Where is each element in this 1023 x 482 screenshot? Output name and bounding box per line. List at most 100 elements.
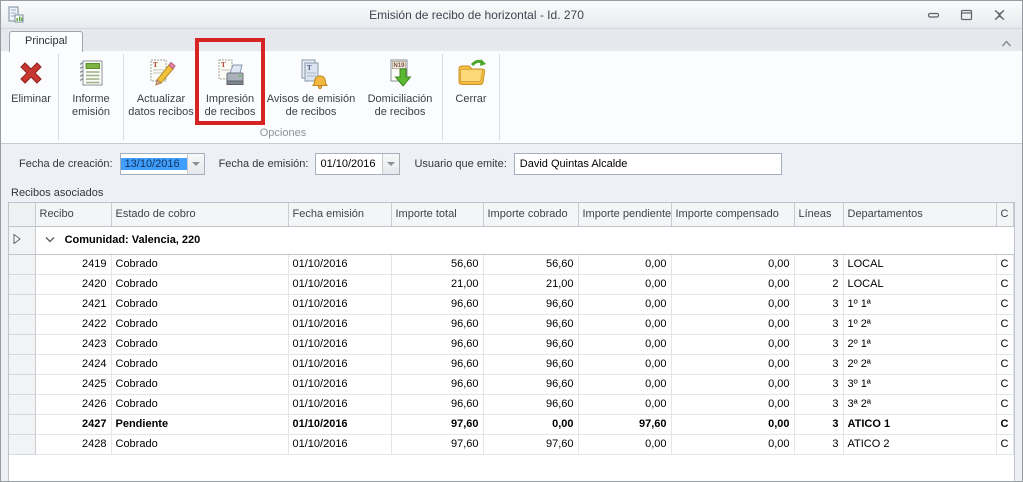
cell-importe-cobrado: 96,60 — [483, 314, 578, 334]
cell-importe-compensado: 0,00 — [671, 374, 794, 394]
column-header-importe-compensado[interactable]: Importe compensado — [671, 203, 794, 226]
grid-body: Comunidad: Valencia, 220 2419 Cobrado 01… — [9, 226, 1014, 454]
indicator-column-header — [9, 203, 35, 226]
minimize-icon[interactable] — [927, 9, 940, 21]
cell-fecha-emision: 01/10/2016 — [288, 254, 391, 274]
fecha-emision-datepicker[interactable]: 01/10/2016 — [315, 153, 400, 175]
column-header-truncated[interactable]: C — [996, 203, 1014, 226]
form-content: Fecha de creación: 13/10/2016 Fecha de e… — [1, 144, 1022, 481]
column-header-fecha-emision[interactable]: Fecha emisión — [288, 203, 391, 226]
cell-importe-pendiente: 0,00 — [578, 274, 671, 294]
cell-truncated: C — [996, 394, 1014, 414]
table-row[interactable]: 2422 Cobrado 01/10/2016 96,60 96,60 0,00… — [9, 314, 1014, 334]
column-header-lineas[interactable]: Líneas — [794, 203, 843, 226]
cerrar-button[interactable]: Cerrar — [444, 51, 498, 143]
cell-recibo: 2426 — [35, 394, 111, 414]
table-row[interactable]: 2424 Cobrado 01/10/2016 96,60 96,60 0,00… — [9, 354, 1014, 374]
cell-departamentos: ATICO 1 — [843, 414, 996, 434]
row-indicator-cell — [9, 414, 35, 434]
cell-truncated: C — [996, 254, 1014, 274]
cell-lineas: 3 — [794, 354, 843, 374]
cell-importe-total: 96,60 — [391, 334, 483, 354]
table-row[interactable]: 2426 Cobrado 01/10/2016 96,60 96,60 0,00… — [9, 394, 1014, 414]
cell-truncated: C — [996, 374, 1014, 394]
ribbon-separator — [58, 54, 59, 140]
cell-lineas: 3 — [794, 394, 843, 414]
fecha-emision-dropdown-icon[interactable] — [382, 154, 399, 174]
cell-importe-pendiente: 0,00 — [578, 394, 671, 414]
group-row[interactable]: Comunidad: Valencia, 220 — [9, 226, 1014, 254]
cell-importe-cobrado: 96,60 — [483, 394, 578, 414]
actualizar-datos-recibos-button[interactable]: T Actualizar datos recibos — [125, 51, 197, 119]
informe-emision-label: Informe emisión — [62, 93, 120, 119]
row-indicator-cell — [9, 334, 35, 354]
column-header-importe-cobrado[interactable]: Importe cobrado — [483, 203, 578, 226]
svg-text:T: T — [307, 64, 312, 72]
cell-importe-total: 97,60 — [391, 414, 483, 434]
eliminar-button[interactable]: Eliminar — [5, 51, 57, 143]
cell-importe-pendiente: 0,00 — [578, 434, 671, 454]
cell-importe-cobrado: 0,00 — [483, 414, 578, 434]
close-icon[interactable] — [993, 9, 1006, 21]
row-indicator-cell — [9, 314, 35, 334]
tab-principal[interactable]: Principal — [9, 31, 83, 52]
cell-truncated: C — [996, 434, 1014, 454]
actualizar-datos-recibos-label: Actualizar datos recibos — [127, 93, 195, 119]
report-notepad-icon — [74, 56, 108, 90]
cell-lineas: 3 — [794, 434, 843, 454]
fecha-emision-value[interactable]: 01/10/2016 — [316, 158, 382, 170]
fecha-creacion-datepicker[interactable]: 13/10/2016 — [120, 153, 205, 175]
cell-importe-pendiente: 0,00 — [578, 374, 671, 394]
column-header-estado-de-cobro[interactable]: Estado de cobro — [111, 203, 288, 226]
cell-importe-compensado: 0,00 — [671, 354, 794, 374]
table-row[interactable]: 2428 Cobrado 01/10/2016 97,60 97,60 0,00… — [9, 434, 1014, 454]
cell-lineas: 3 — [794, 334, 843, 354]
cell-importe-compensado: 0,00 — [671, 274, 794, 294]
table-row[interactable]: 2419 Cobrado 01/10/2016 56,60 56,60 0,00… — [9, 254, 1014, 274]
ribbon-separator — [499, 54, 500, 140]
column-header-importe-total[interactable]: Importe total — [391, 203, 483, 226]
cell-importe-compensado: 0,00 — [671, 394, 794, 414]
domiciliacion-de-recibos-button[interactable]: N19 Domiciliación de recibos — [359, 51, 441, 119]
informe-emision-button[interactable]: Informe emisión — [60, 51, 122, 143]
table-row[interactable]: 2421 Cobrado 01/10/2016 96,60 96,60 0,00… — [9, 294, 1014, 314]
cell-recibo: 2428 — [35, 434, 111, 454]
maximize-icon[interactable] — [960, 9, 973, 21]
cell-fecha-emision: 01/10/2016 — [288, 334, 391, 354]
fecha-creacion-dropdown-icon[interactable] — [187, 154, 204, 174]
cell-importe-total: 96,60 — [391, 314, 483, 334]
table-row[interactable]: 2420 Cobrado 01/10/2016 21,00 21,00 0,00… — [9, 274, 1014, 294]
cell-estado-de-cobro: Cobrado — [111, 294, 288, 314]
usuario-label: Usuario que emite: — [414, 158, 506, 170]
cell-fecha-emision: 01/10/2016 — [288, 374, 391, 394]
column-header-recibo[interactable]: Recibo — [35, 203, 111, 226]
cell-estado-de-cobro: Cobrado — [111, 314, 288, 334]
cell-importe-cobrado: 97,60 — [483, 434, 578, 454]
ribbon-collapse-chevron-icon[interactable] — [1001, 35, 1012, 44]
fecha-creacion-label: Fecha de creación: — [19, 158, 113, 170]
column-header-importe-pendiente[interactable]: Importe pendiente — [578, 203, 671, 226]
cell-importe-compensado: 0,00 — [671, 294, 794, 314]
cell-recibo: 2421 — [35, 294, 111, 314]
cell-fecha-emision: 01/10/2016 — [288, 314, 391, 334]
cell-recibo: 2423 — [35, 334, 111, 354]
group-row-label: Comunidad: Valencia, 220 — [65, 234, 201, 246]
cell-fecha-emision: 01/10/2016 — [288, 414, 391, 434]
table-row[interactable]: 2423 Cobrado 01/10/2016 96,60 96,60 0,00… — [9, 334, 1014, 354]
usuario-input[interactable] — [514, 153, 782, 175]
avisos-de-emision-de-recibos-button[interactable]: T Avisos de emisión de recibos — [263, 51, 359, 119]
group-collapse-chevron-icon[interactable] — [45, 234, 55, 246]
column-header-departamentos[interactable]: Departamentos — [843, 203, 996, 226]
table-row[interactable]: 2425 Cobrado 01/10/2016 96,60 96,60 0,00… — [9, 374, 1014, 394]
table-row[interactable]: 2427 Pendiente 01/10/2016 97,60 0,00 97,… — [9, 414, 1014, 434]
cell-importe-total: 96,60 — [391, 294, 483, 314]
cell-fecha-emision: 01/10/2016 — [288, 354, 391, 374]
cell-lineas: 3 — [794, 254, 843, 274]
cell-truncated: C — [996, 314, 1014, 334]
cell-departamentos: 2º 1ª — [843, 334, 996, 354]
fecha-creacion-value[interactable]: 13/10/2016 — [121, 158, 187, 170]
cell-departamentos: 2º 2ª — [843, 354, 996, 374]
folder-close-icon — [454, 56, 488, 90]
cell-fecha-emision: 01/10/2016 — [288, 274, 391, 294]
cerrar-label: Cerrar — [455, 93, 486, 106]
